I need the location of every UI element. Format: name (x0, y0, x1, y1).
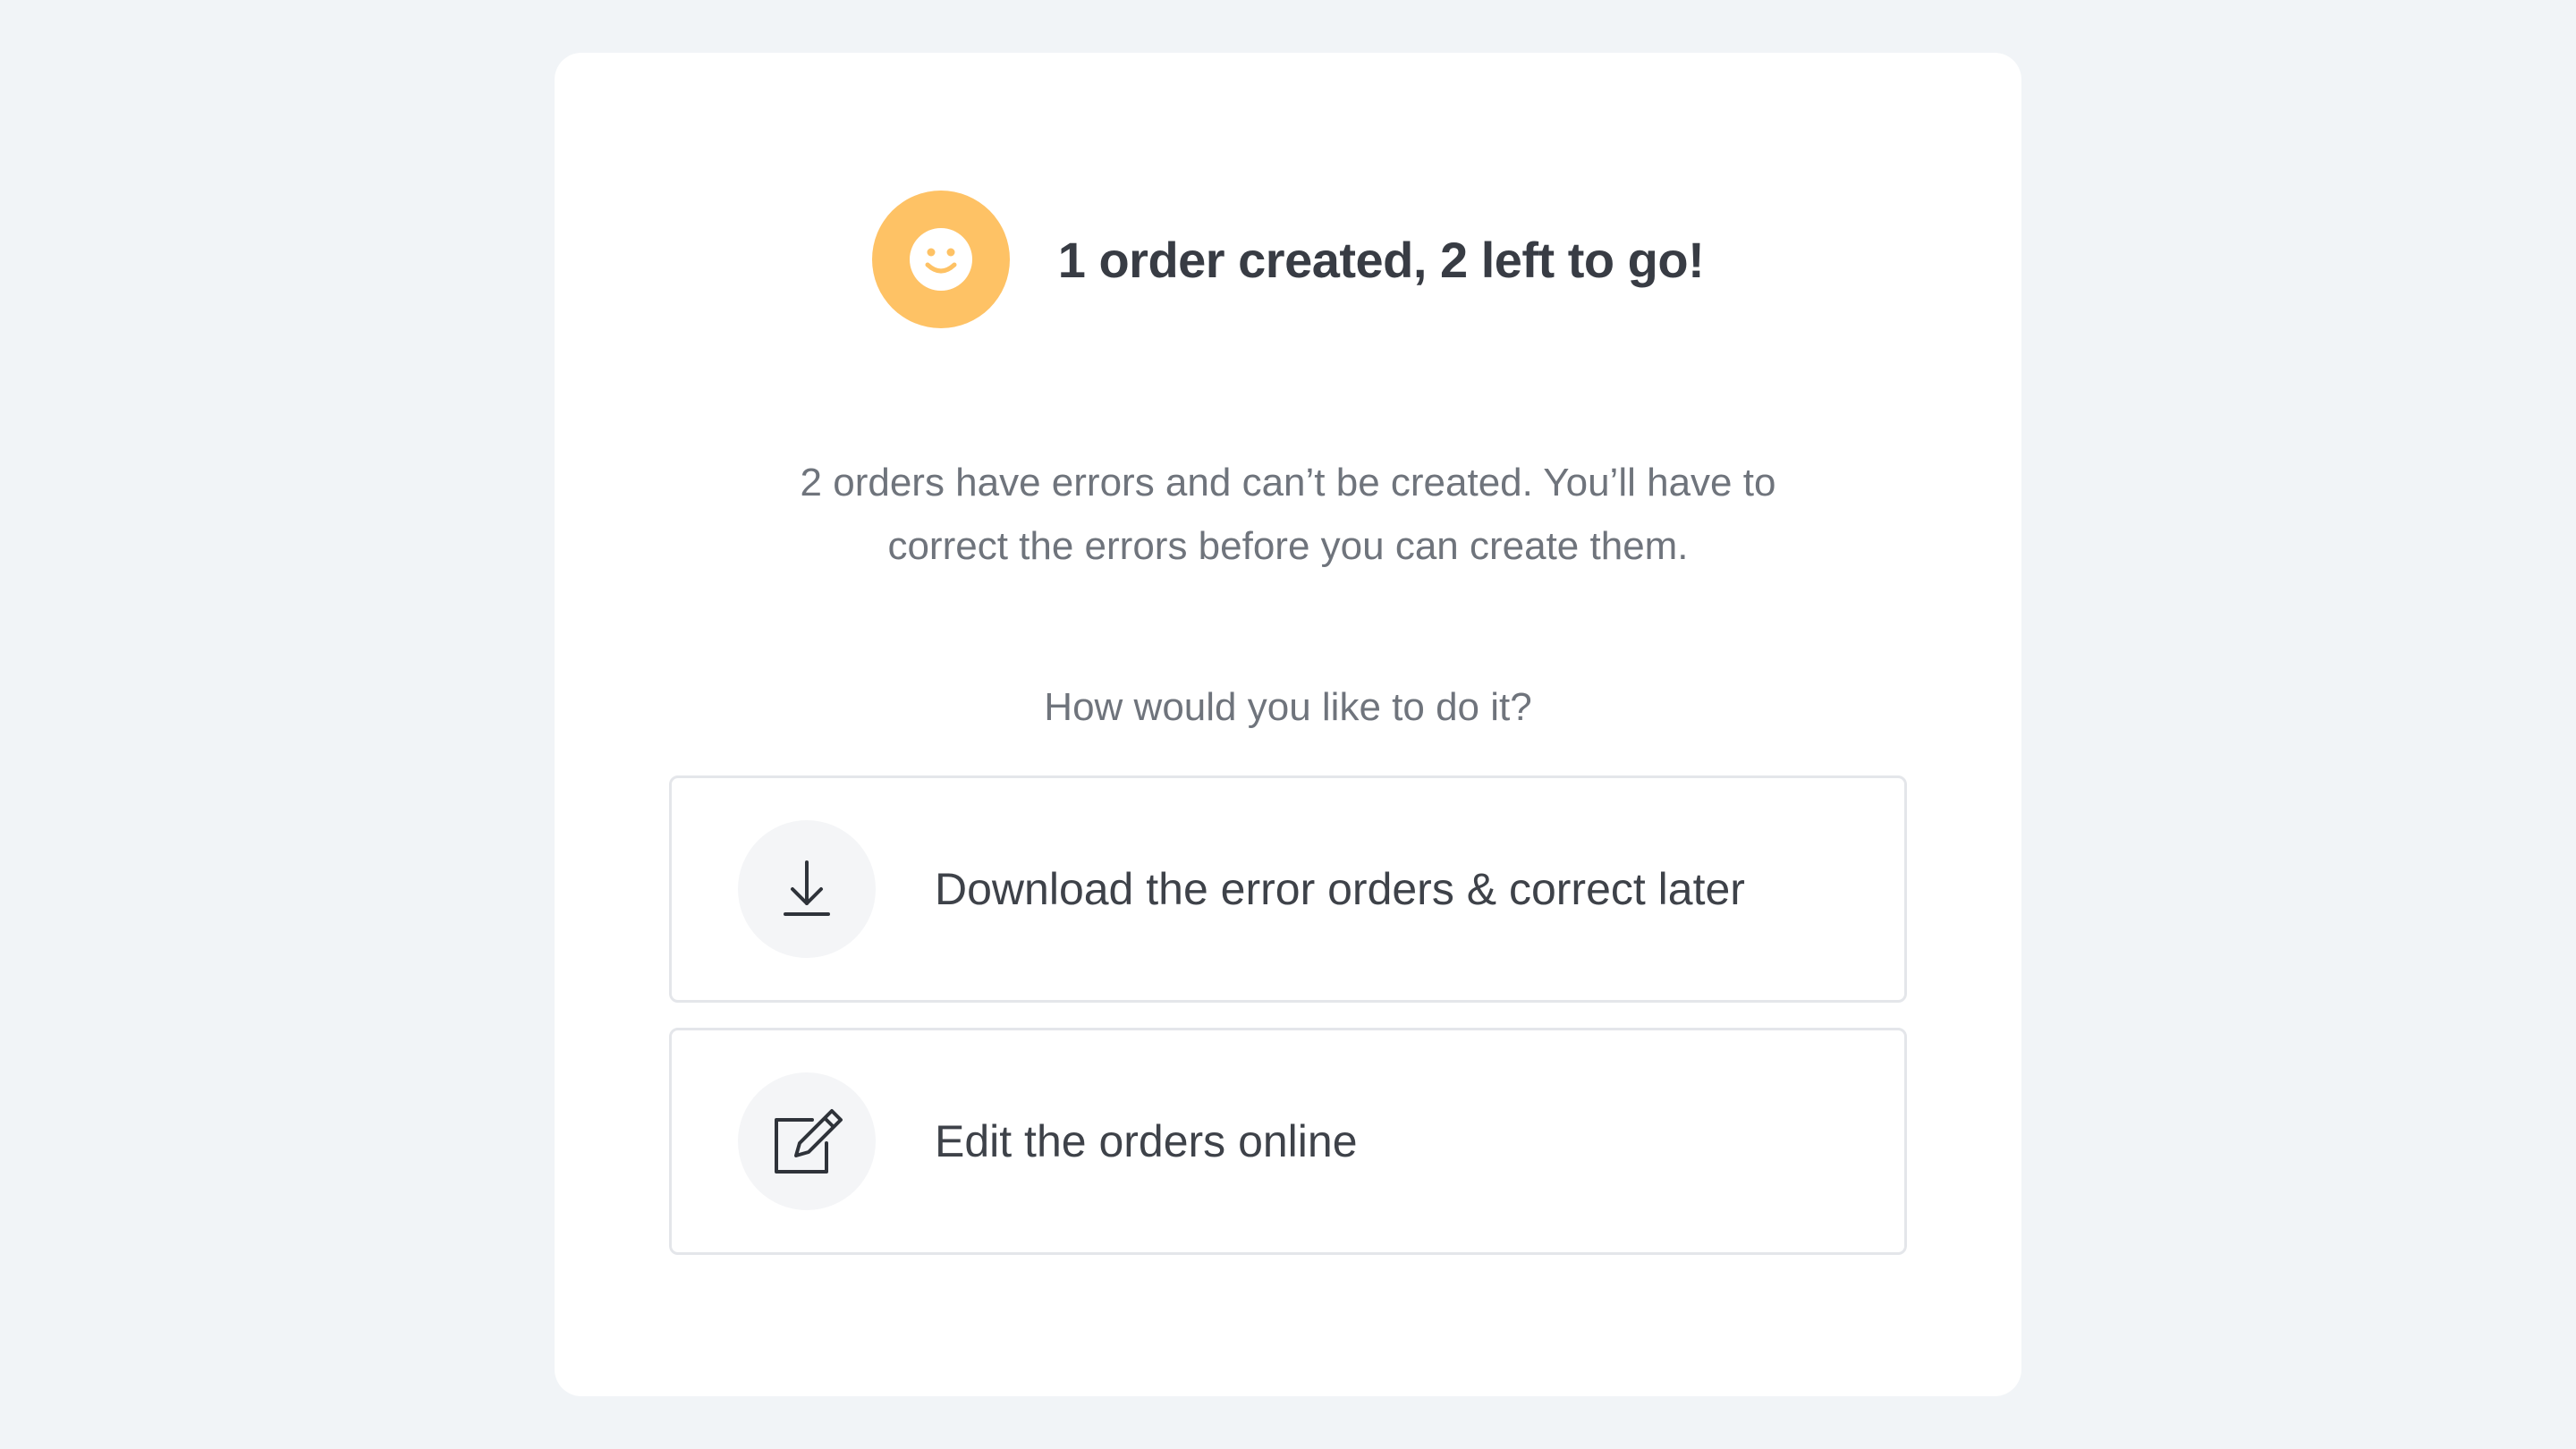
dialog-title: 1 order created, 2 left to go! (1057, 231, 1705, 288)
edit-option-label: Edit the orders online (935, 1116, 1358, 1166)
edit-orders-online-option[interactable]: Edit the orders online (669, 1028, 1907, 1255)
edit-icon (738, 1072, 876, 1210)
dialog-description: 2 orders have errors and can’t be create… (800, 461, 1776, 568)
download-error-orders-option[interactable]: Download the error orders & correct late… (669, 775, 1907, 1003)
dialog-header: 1 order created, 2 left to go! (555, 191, 2021, 328)
smiley-face-icon (871, 191, 1010, 328)
download-icon (738, 820, 876, 958)
download-option-label: Download the error orders & correct late… (935, 864, 1745, 914)
error-orders-dialog: 1 order created, 2 left to go! 2 orders … (555, 53, 2021, 1396)
dialog-question: How would you like to do it? (1044, 685, 1532, 729)
